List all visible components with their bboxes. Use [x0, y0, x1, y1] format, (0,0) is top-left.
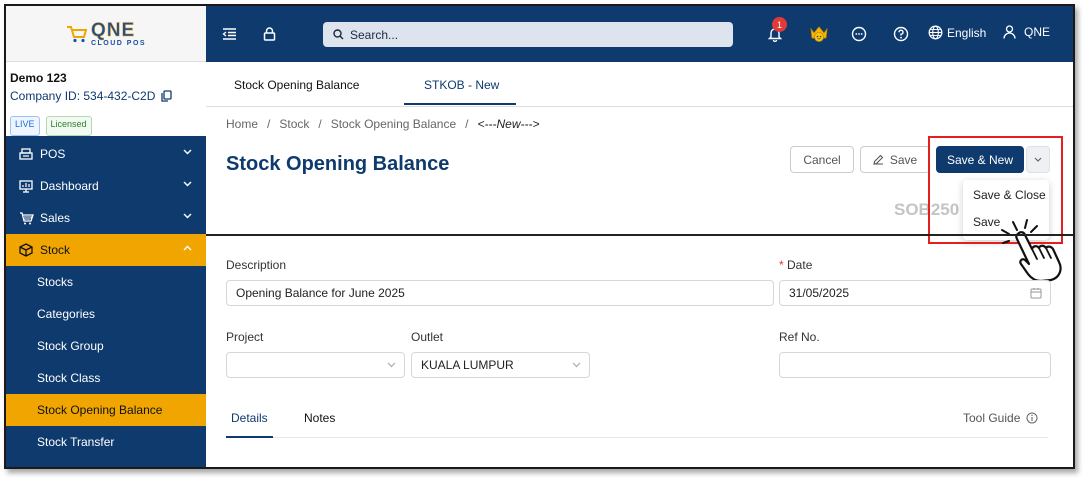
user-menu[interactable]: QNE	[1003, 25, 1050, 39]
chevron-down-icon	[183, 181, 192, 187]
cancel-button[interactable]: Cancel	[790, 146, 854, 173]
description-input[interactable]: Opening Balance for June 2025	[226, 280, 774, 306]
sidebar-subitem-stock-group[interactable]: Stock Group	[6, 330, 206, 362]
pencil-icon	[873, 154, 884, 165]
detail-tabs-baseline	[226, 437, 1048, 438]
sidebar: QNE CLOUD POS Demo 123 Company ID: 534-4…	[6, 6, 206, 467]
notification-count-badge: 1	[772, 17, 787, 32]
logo-area[interactable]: QNE CLOUD POS	[6, 6, 206, 62]
description-value: Opening Balance for June 2025	[236, 286, 405, 300]
licensed-badge: Licensed	[45, 116, 92, 136]
top-bar: Search... 1 English QNE	[206, 6, 1073, 62]
qne-logo: QNE CLOUD POS	[66, 19, 147, 47]
outlet-label: Outlet	[411, 330, 444, 344]
outlet-select[interactable]: KUALA LUMPUR	[411, 352, 590, 378]
tool-guide-label: Tool Guide	[963, 411, 1021, 425]
header-divider	[206, 234, 1073, 236]
tab-notes[interactable]: Notes	[304, 411, 335, 425]
monitor-icon	[19, 179, 33, 193]
outlet-value: KUALA LUMPUR	[421, 358, 514, 372]
company-id: Company ID: 534-432-C2D	[10, 89, 202, 103]
app-window: QNE CLOUD POS Demo 123 Company ID: 534-4…	[4, 4, 1075, 469]
project-label: Project	[226, 330, 264, 344]
cart-logo-icon	[66, 25, 88, 42]
sidebar-subitem-stock-class[interactable]: Stock Class	[6, 362, 206, 394]
active-tab-indicator	[404, 103, 516, 105]
sidebar-subitem-categories[interactable]: Categories	[6, 298, 206, 330]
sidebar-item-dashboard[interactable]: Dashboard	[6, 170, 206, 202]
breadcrumb-separator: /	[318, 117, 322, 131]
sidebar-subitem-stock-transfer[interactable]: Stock Transfer	[6, 426, 206, 458]
language-label: English	[947, 25, 987, 40]
sidebar-item-stock[interactable]: Stock	[6, 234, 206, 266]
company-name: Demo 123	[10, 71, 67, 85]
ref-no-input[interactable]	[779, 352, 1051, 378]
save-button-label: Save	[889, 152, 918, 167]
sidebar-item-label: Stock	[40, 243, 71, 257]
live-badge: LIVE	[10, 116, 40, 136]
printer-icon	[19, 148, 33, 160]
chevron-down-icon	[572, 362, 581, 368]
copy-icon[interactable]	[161, 90, 173, 102]
tab-stkob-new[interactable]: STKOB - New	[424, 78, 499, 92]
cart-icon	[19, 211, 34, 224]
breadcrumb-current: <---New--->	[477, 117, 540, 131]
user-name: QNE	[1024, 25, 1051, 39]
date-label-text: Date	[787, 258, 813, 272]
ref-no-label: Ref No.	[779, 330, 820, 344]
globe-icon	[928, 25, 943, 40]
sidebar-item-label: Sales	[40, 211, 71, 225]
sidebar-menu: POS Dashboard Sales Stock Stocks Categor…	[6, 138, 206, 458]
chat-icon[interactable]	[849, 24, 869, 44]
chevron-down-icon	[387, 362, 396, 368]
document-tabs: Stock Opening Balance STKOB - New	[206, 62, 1073, 107]
hand-pointer-icon	[1001, 219, 1062, 282]
tool-guide-link[interactable]: Tool Guide	[963, 411, 1038, 425]
license-badges: LIVE Licensed	[6, 112, 206, 136]
search-input[interactable]: Search...	[323, 22, 733, 47]
breadcrumb-page[interactable]: Stock Opening Balance	[331, 117, 456, 131]
logo-sub-text: CLOUD POS	[90, 39, 147, 47]
cancel-button-label: Cancel	[803, 152, 841, 167]
language-selector[interactable]: English	[928, 25, 986, 40]
info-icon	[1026, 412, 1038, 424]
save-button[interactable]: Save	[860, 146, 930, 173]
page-title: Stock Opening Balance	[226, 153, 450, 175]
box-icon	[19, 243, 33, 257]
date-value: 31/05/2025	[789, 286, 850, 300]
help-icon[interactable]	[891, 24, 911, 44]
sidebar-item-sales[interactable]: Sales	[6, 202, 206, 234]
sidebar-item-pos[interactable]: POS	[6, 138, 206, 170]
chevron-down-icon	[183, 213, 192, 219]
breadcrumb-separator: /	[465, 117, 469, 131]
user-icon	[1003, 25, 1016, 39]
sidebar-subitem-stock-opening-balance[interactable]: Stock Opening Balance	[6, 394, 206, 426]
date-input[interactable]: 31/05/2025	[779, 280, 1051, 306]
sidebar-item-label: Dashboard	[40, 179, 99, 193]
tab-details[interactable]: Details	[231, 411, 268, 425]
search-placeholder: Search...	[350, 27, 399, 42]
active-detail-tab-indicator	[226, 436, 273, 438]
crown-mascot-icon[interactable]	[807, 24, 831, 44]
project-select[interactable]	[226, 352, 405, 378]
required-marker: *	[779, 258, 784, 272]
company-id-text: Company ID: 534-432-C2D	[10, 89, 156, 103]
collapse-menu-icon[interactable]	[219, 24, 239, 44]
chevron-down-icon	[183, 149, 192, 155]
breadcrumb: Home / Stock / Stock Opening Balance / <…	[226, 117, 539, 131]
logo-main-text: QNE	[90, 19, 136, 41]
chevron-up-icon	[183, 245, 192, 251]
breadcrumb-home[interactable]: Home	[226, 117, 258, 131]
lock-icon[interactable]	[259, 24, 279, 44]
sidebar-item-label: POS	[40, 147, 66, 161]
calendar-icon[interactable]	[1030, 287, 1042, 299]
breadcrumb-separator: /	[267, 117, 271, 131]
search-icon	[333, 29, 344, 40]
date-label: * Date	[779, 258, 812, 272]
breadcrumb-stock[interactable]: Stock	[279, 117, 309, 131]
company-info: Demo 123 Company ID: 534-432-C2D	[6, 62, 206, 112]
tab-stock-opening-balance[interactable]: Stock Opening Balance	[234, 78, 359, 92]
sidebar-subitem-stocks[interactable]: Stocks	[6, 266, 206, 298]
description-label: Description	[226, 258, 287, 272]
